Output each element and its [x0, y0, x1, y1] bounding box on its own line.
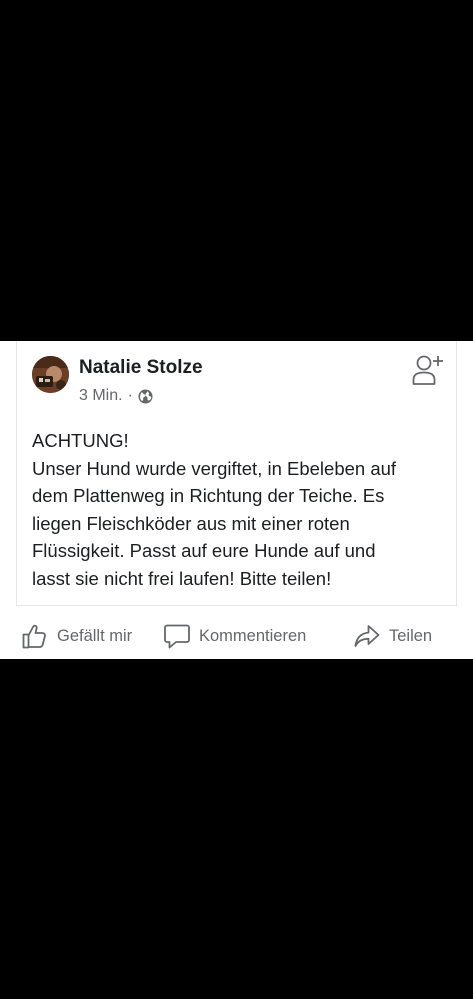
add-friend-icon[interactable] — [411, 352, 445, 386]
post-text-line: dem Plattenweg in Richtung der Teiche. E… — [32, 485, 385, 506]
post-text: ACHTUNG! Unser Hund wurde vergiftet, in … — [32, 427, 450, 592]
avatar[interactable] — [32, 356, 69, 393]
post-timestamp[interactable]: 3 Min. — [79, 387, 123, 405]
post-text-line: liegen Fleischköder aus mit einer roten — [32, 512, 350, 534]
share-arrow-icon — [354, 625, 380, 647]
screen: Natalie Stolze 3 Min. · ACHTUNG! Unser H… — [0, 0, 473, 999]
comment-label: Kommentieren — [199, 626, 307, 645]
post-meta: 3 Min. · — [79, 386, 153, 406]
thumbs-up-icon — [22, 624, 46, 649]
post-actions-bar: Gefällt mir Kommentieren Teilen — [0, 620, 473, 652]
like-label: Gefällt mir — [57, 626, 133, 645]
like-button[interactable]: Gefällt mir — [21, 620, 132, 652]
post-panel: Natalie Stolze 3 Min. · ACHTUNG! Unser H… — [0, 341, 473, 659]
globe-icon — [138, 388, 153, 404]
author-name[interactable]: Natalie Stolze — [79, 357, 203, 379]
meta-separator: · — [127, 387, 133, 404]
post-text-line: Unser Hund wurde vergiftet, in Ebeleben … — [32, 457, 397, 479]
share-label: Teilen — [389, 626, 433, 645]
post-card: Natalie Stolze 3 Min. · ACHTUNG! Unser H… — [16, 341, 457, 606]
post-text-line: Flüssigkeit. Passt auf eure Hunde auf un… — [32, 540, 376, 561]
top-black-area — [0, 0, 473, 341]
avatar-image — [32, 356, 69, 393]
comment-bubble-icon — [164, 624, 190, 649]
post-text-line: ACHTUNG! — [32, 430, 129, 451]
post-text-line: lasst sie nicht frei laufen! Bitte teile… — [32, 567, 332, 589]
comment-button[interactable]: Kommentieren — [163, 620, 306, 652]
bottom-black-area — [0, 659, 473, 999]
share-button[interactable]: Teilen — [353, 620, 432, 652]
